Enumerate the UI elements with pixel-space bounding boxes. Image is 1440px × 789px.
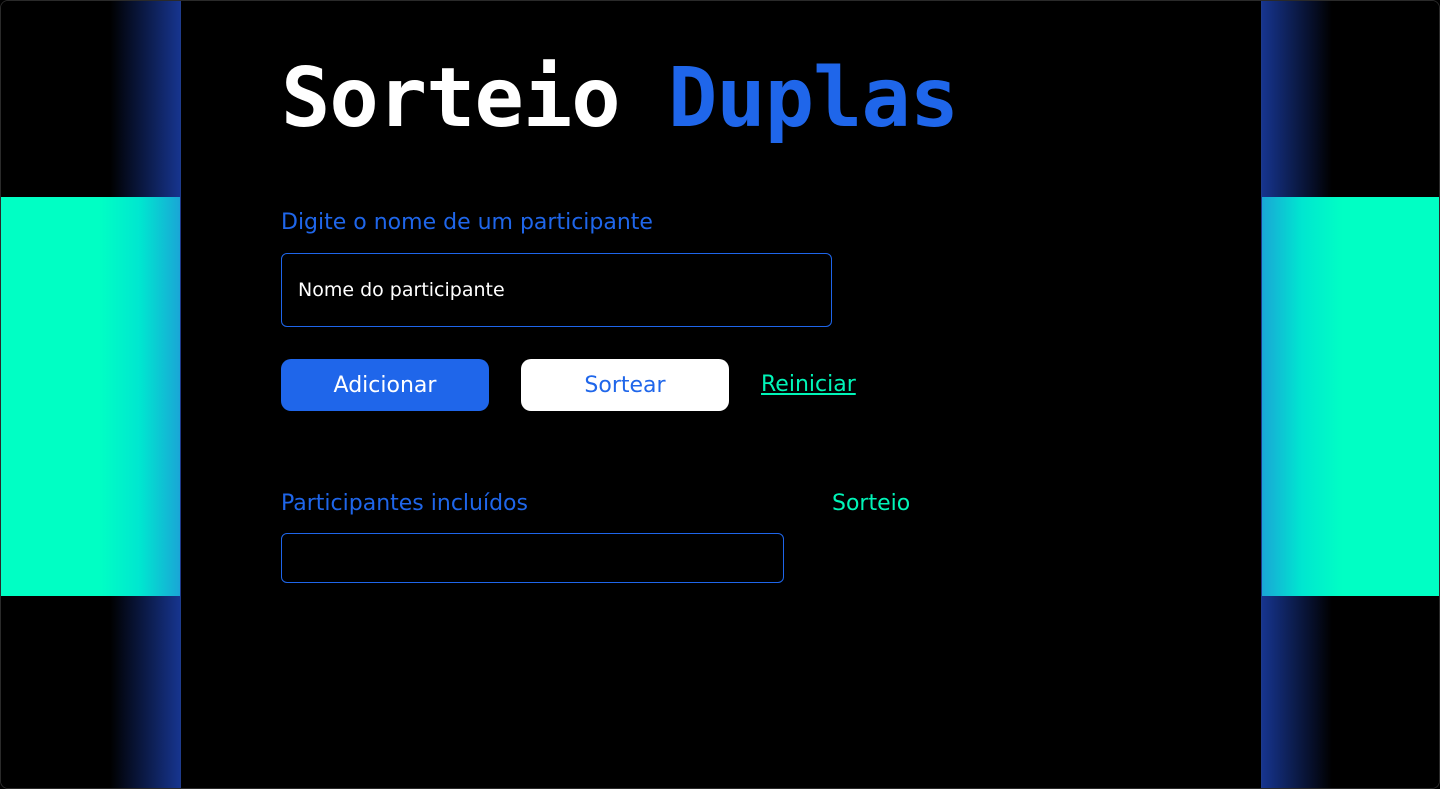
right-decor-panel — [1261, 1, 1439, 788]
participant-name-input[interactable] — [281, 253, 832, 327]
right-decor-band — [1262, 197, 1439, 596]
page-title: Sorteio Duplas — [281, 51, 959, 147]
left-decor-band — [1, 197, 180, 596]
add-button[interactable]: Adicionar — [281, 359, 489, 411]
title-word-1: Sorteio — [281, 51, 621, 146]
participants-list — [281, 533, 784, 583]
participants-list-label: Participantes incluídos — [281, 491, 528, 516]
left-decor-panel — [1, 1, 181, 788]
participant-field-label: Digite o nome de um participante — [281, 210, 653, 235]
app-window: Sorteio Duplas Digite o nome de um parti… — [0, 0, 1440, 789]
draw-result-label: Sorteio — [832, 491, 911, 516]
main-content: Sorteio Duplas Digite o nome de um parti… — [182, 1, 1261, 788]
reset-link[interactable]: Reiniciar — [761, 371, 856, 399]
draw-button[interactable]: Sortear — [521, 359, 729, 411]
title-word-2: Duplas — [667, 51, 959, 146]
